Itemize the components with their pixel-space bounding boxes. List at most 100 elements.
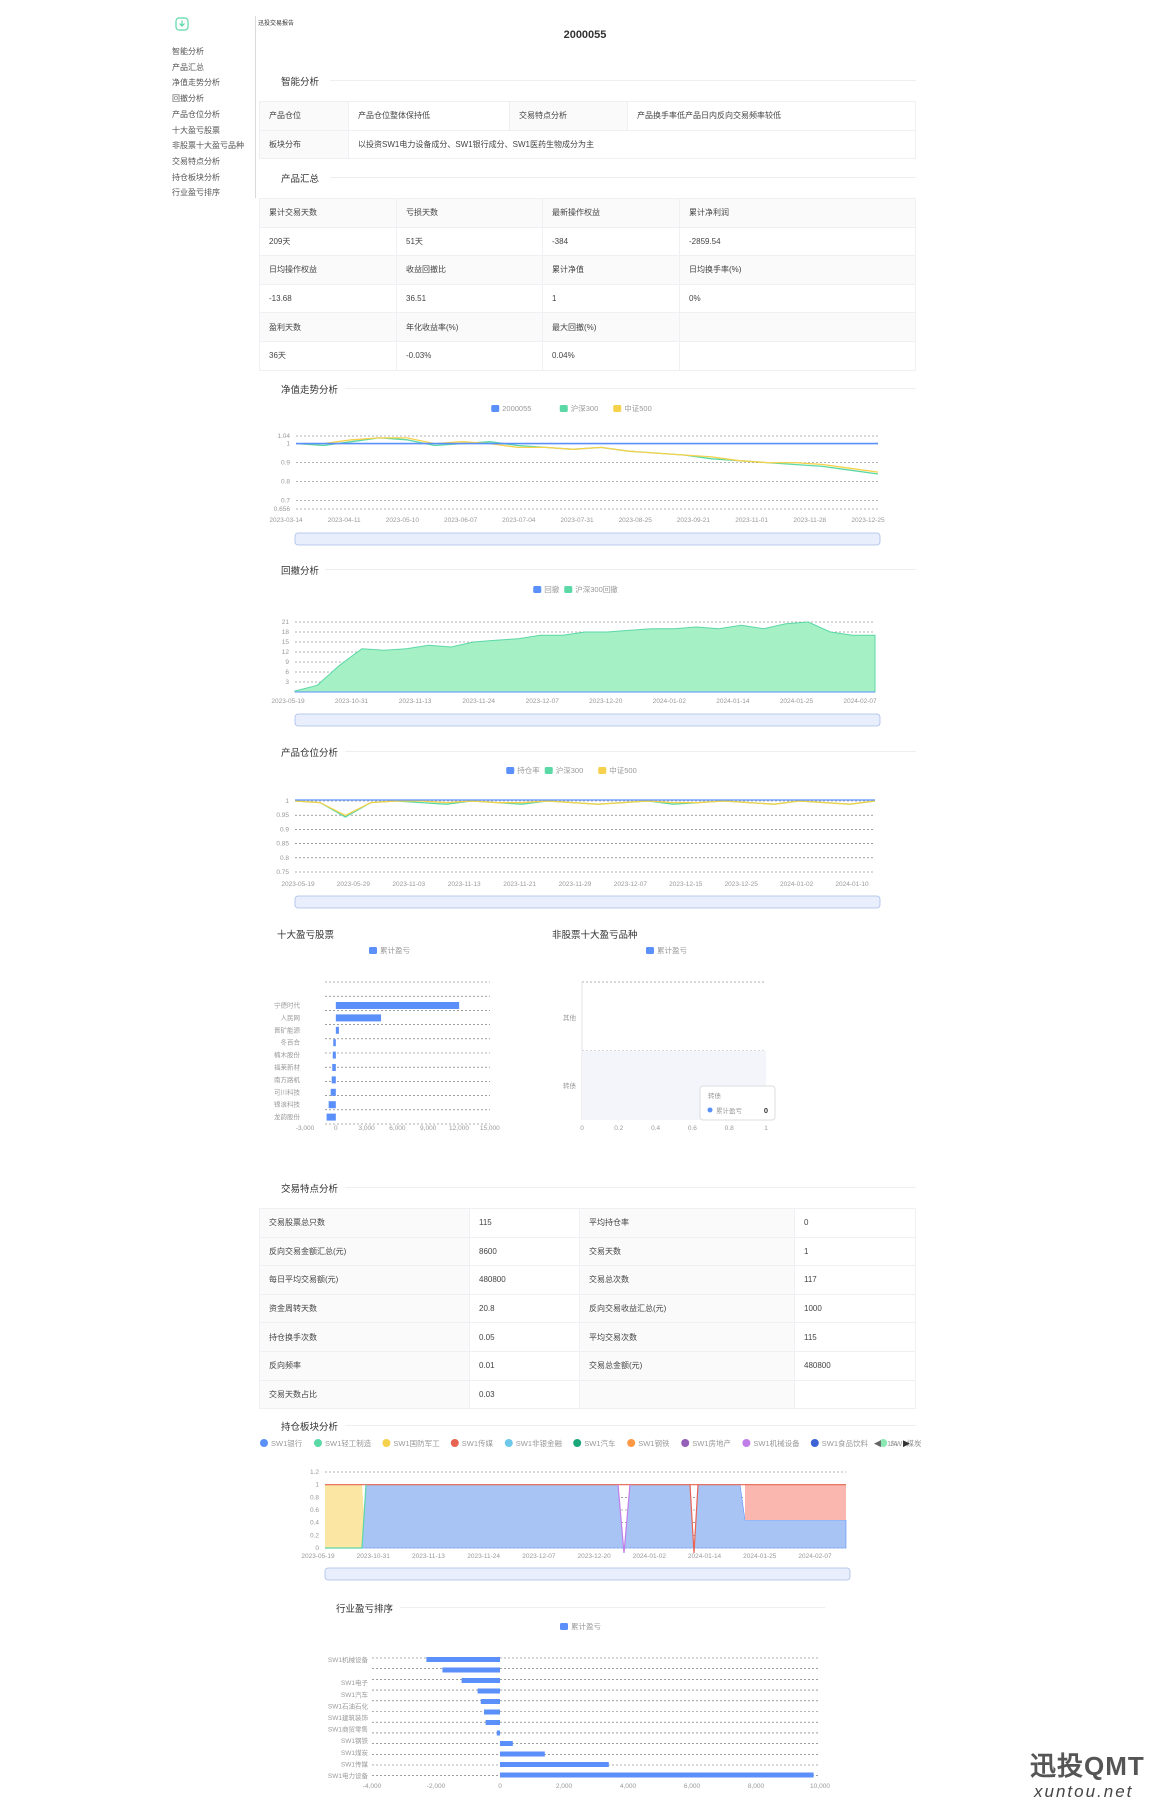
- legend-swatch: [564, 586, 573, 593]
- legend-swatch: [810, 1439, 819, 1447]
- legend-swatch: [681, 1439, 690, 1447]
- legend-label: SW1机械设备: [753, 1438, 800, 1448]
- section-position-title: 产品仓位分析: [281, 748, 339, 759]
- table-cell: 8600: [469, 1236, 580, 1267]
- x-tick-label: 2024-01-14: [716, 698, 750, 705]
- legend-swatch: [560, 1623, 568, 1630]
- x-tick-label: 2023-12-07: [522, 1553, 556, 1560]
- y-tick-label: 1.04: [277, 433, 290, 440]
- y-tick-label: 南方路机: [274, 1075, 301, 1084]
- x-tick-label: 2023-10-31: [357, 1553, 391, 1560]
- x-tick-label: 2023-07-31: [560, 517, 594, 524]
- bar: [480, 1699, 500, 1704]
- x-tick-label: 2024-02-07: [843, 698, 877, 705]
- nav-chart: 2000055 沪深300 中证5001.0410.90.80.70.6562023…: [260, 403, 922, 1790]
- table-cell: 0: [794, 1208, 916, 1238]
- table-cell: 115: [469, 1208, 580, 1238]
- legend-label: 2000055: [502, 404, 531, 413]
- x-tick-label: 2024-01-25: [780, 698, 814, 705]
- area-sw1-media: [745, 1484, 846, 1520]
- series-area-hs300-drawdown: [294, 621, 876, 693]
- x-tick-label: 2,000: [556, 1783, 573, 1790]
- y-tick-label: 人民网: [281, 1014, 301, 1022]
- table-cell: [579, 1379, 795, 1410]
- zoom-slider[interactable]: [324, 1567, 851, 1581]
- bar: [500, 1741, 513, 1746]
- legend-label: SW1银行: [271, 1438, 303, 1448]
- y-tick-label: 9: [285, 659, 289, 666]
- x-tick-label: 2023-12-20: [577, 1553, 611, 1560]
- x-tick-label: 2023-10-31: [335, 698, 369, 705]
- legend-label: 沪深300: [571, 403, 599, 413]
- bar: [426, 1657, 500, 1662]
- y-tick-label: 1.2: [310, 1469, 319, 1476]
- section-trade-title: 交易特点分析: [281, 1184, 339, 1195]
- x-tick-label: 2024-02-07: [798, 1553, 832, 1560]
- zoom-slider[interactable]: [294, 895, 881, 909]
- legend-label: 累计盈亏: [571, 1621, 601, 1631]
- legend-label: 中证500: [609, 765, 637, 775]
- table-cell: 交易总次数: [579, 1265, 795, 1295]
- table-cell: 480800: [469, 1265, 580, 1295]
- legend-swatch: [314, 1439, 322, 1447]
- table-cell: 平均交易次数: [579, 1322, 795, 1352]
- legend-swatch: [369, 947, 377, 954]
- x-tick-label: 12,000: [449, 1125, 469, 1132]
- y-tick-label: 福莱新材: [274, 1063, 301, 1072]
- section-sector-title: 持仓板块分析: [281, 1422, 339, 1433]
- y-tick-label: SW1机械设备: [328, 1655, 369, 1664]
- legend-swatch: [506, 767, 515, 774]
- y-tick-label: 0.8: [310, 1494, 319, 1501]
- x-tick-label: 4,000: [620, 1783, 637, 1790]
- x-tick-label: 2024-01-02: [633, 1553, 667, 1560]
- x-tick-label: 2024-01-10: [835, 881, 869, 888]
- pager-prev-icon: ◀: [874, 1438, 881, 1448]
- zoom-slider[interactable]: [294, 713, 881, 727]
- x-tick-label: 2024-01-14: [688, 1553, 722, 1560]
- legend-label: SW1非银金融: [516, 1438, 563, 1448]
- bar: [485, 1720, 500, 1725]
- y-tick-label: 宁德时代: [274, 1001, 301, 1010]
- y-tick-label: 18: [282, 629, 290, 636]
- x-tick-label: 2023-09-21: [677, 517, 711, 524]
- bar: [500, 1772, 814, 1778]
- y-tick-label: 0.6: [310, 1507, 319, 1514]
- table-cell: 117: [794, 1265, 916, 1295]
- x-tick-label: 2023-05-19: [301, 1553, 335, 1560]
- table-cell: 115: [794, 1322, 916, 1352]
- legend-swatch: [573, 1439, 582, 1447]
- y-tick-label: 21: [282, 619, 290, 626]
- x-tick-label: 2023-05-19: [281, 881, 315, 888]
- legend-label: SW1钢铁: [638, 1438, 670, 1448]
- y-tick-label: 0.8: [281, 479, 290, 486]
- section-drawdown-title: 回撤分析: [281, 566, 320, 577]
- legend-swatch: [613, 405, 622, 412]
- tooltip-dot: [707, 1107, 713, 1113]
- bar: [331, 1076, 336, 1084]
- x-tick-label: 0.2: [614, 1125, 623, 1132]
- y-tick-label: 15: [282, 639, 290, 646]
- x-tick-label: 2023-07-04: [502, 517, 536, 524]
- table-cell: 交易天数: [579, 1236, 795, 1267]
- table-cell: 1: [794, 1236, 916, 1267]
- y-tick-label: 龙韵股份: [274, 1112, 301, 1121]
- tooltip-title: 转债: [708, 1091, 722, 1100]
- x-tick-label: 2023-12-25: [725, 881, 759, 888]
- x-tick-label: 2023-12-15: [669, 881, 703, 888]
- y-tick-label: SW1电子: [341, 1678, 369, 1687]
- table-cell: 反向交易金额汇总(元): [259, 1236, 470, 1267]
- x-tick-label: 15,000: [480, 1125, 500, 1132]
- zoom-slider[interactable]: [294, 532, 881, 546]
- x-tick-label: 2023-12-07: [526, 698, 560, 705]
- y-tick-label: 楠木股份: [274, 1050, 301, 1059]
- y-tick-label: SW1电力设备: [328, 1771, 369, 1780]
- x-tick-label: 2023-06-07: [444, 517, 478, 524]
- bar: [442, 1667, 500, 1673]
- legend-label: SW1传媒: [462, 1438, 494, 1448]
- legend-swatch: [491, 405, 500, 412]
- x-tick-label: 1: [764, 1125, 768, 1132]
- bar: [496, 1730, 500, 1736]
- table-cell: 资金周转天数: [259, 1293, 470, 1324]
- x-tick-label: 2023-05-19: [271, 698, 305, 705]
- legend-swatch: [646, 947, 654, 954]
